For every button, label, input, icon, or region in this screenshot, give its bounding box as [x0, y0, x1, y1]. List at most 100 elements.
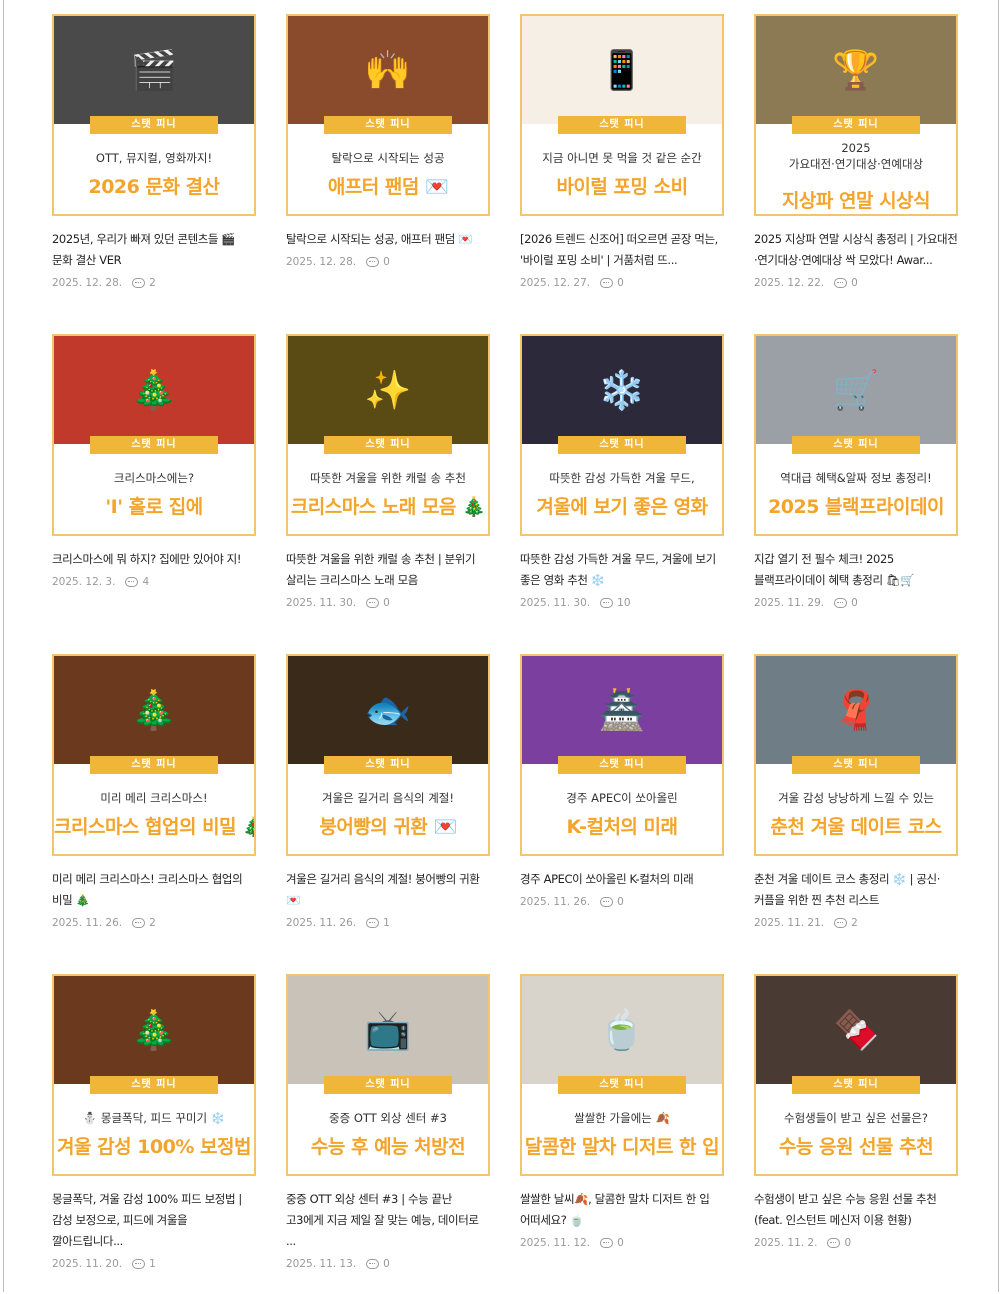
- post-date: 2025. 11. 20.: [52, 1258, 123, 1270]
- comment-count: 2: [149, 277, 156, 289]
- post-title[interactable]: 미리 메리 크리스마스! 크리스마스 협업의 비밀 🎄: [52, 869, 256, 911]
- post-thumbnail[interactable]: 🙌 스탯 피니 탈락으로 시작되는 성공 애프터 팬덤 💌: [286, 14, 490, 216]
- post-thumbnail[interactable]: ❄️ 스탯 피니 따뜻한 감성 가득한 겨울 무드, 겨울에 보기 좋은 영화: [520, 334, 724, 536]
- post-title[interactable]: 탈락으로 시작되는 성공, 애프터 팬덤 💌: [286, 229, 490, 250]
- post-date: 2025. 11. 30.: [286, 597, 357, 609]
- post-card[interactable]: 🛒 스탯 피니 역대급 혜택&알짜 정보 총정리! 2025 블랙프라이데이 지갑 열기…: [754, 334, 958, 654]
- post-date: 2025. 12. 3.: [52, 576, 116, 588]
- post-card[interactable]: 📱 스탯 피니 지금 아니면 못 먹을 것 같은 순간 바이럴 포밍 소비 [2026 …: [520, 14, 724, 334]
- post-thumbnail[interactable]: 🏯 스탯 피니 경주 APEC이 쏘아올린 K-컬처의 미래: [520, 654, 724, 856]
- comment-icon: [366, 598, 380, 608]
- post-thumbnail[interactable]: 🎄 스탯 피니 크리스마스에는? 'I' 홀로 집에: [52, 334, 256, 536]
- comment-count: 0: [617, 896, 624, 908]
- post-date: 2025. 11. 12.: [520, 1237, 591, 1249]
- post-thumbnail[interactable]: 📱 스탯 피니 지금 아니면 못 먹을 것 같은 순간 바이럴 포밍 소비: [520, 14, 724, 216]
- post-thumbnail[interactable]: 🏆 스탯 피니 2025 가요대전·연기대상·연예대상 지상파 연말 시상식: [754, 14, 958, 216]
- post-card[interactable]: 🎄 스탯 피니 ⛄ 몽글폭닥, 피드 꾸미기 ❄️ 겨울 감성 100% 보정법몽글폭…: [52, 974, 256, 1294]
- post-title[interactable]: 따뜻한 겨울을 위한 캐럴 송 추천 | 분위기 살리는 크리스마스 노래 모음: [286, 549, 490, 591]
- thumbnail-headline: 애프터 팬덤 💌: [327, 176, 449, 198]
- brand-tag: 스탯 피니: [90, 436, 218, 454]
- thumbnail-subtitle: 경주 APEC이 쏘아올린: [566, 791, 678, 805]
- thumbnail-subtitle: 겨울은 길거리 음식의 계절!: [322, 791, 454, 805]
- post-title[interactable]: 지갑 열기 전 필수 체크! 2025 블랙프라이데이 혜택 총정리 🛍🛒: [754, 549, 958, 591]
- post-thumbnail[interactable]: 🎄 스탯 피니 ⛄ 몽글폭닥, 피드 꾸미기 ❄️ 겨울 감성 100% 보정법: [52, 974, 256, 1176]
- post-meta: 2025. 12. 28. 2: [52, 277, 256, 289]
- post-thumbnail[interactable]: 🛒 스탯 피니 역대급 혜택&알짜 정보 총정리! 2025 블랙프라이데이: [754, 334, 958, 536]
- post-thumbnail[interactable]: ✨ 스탯 피니 따뜻한 겨울을 위한 캐럴 송 추천 크리스마스 노래 모음 🎄: [286, 334, 490, 536]
- thumbnail-headline: 지상파 연말 시상식: [781, 190, 931, 212]
- thumbnail-subtitle: 미리 메리 크리스마스!: [100, 791, 208, 805]
- thumbnail-subtitle: 탈락으로 시작되는 성공: [331, 151, 445, 165]
- post-title[interactable]: 2025년, 우리가 빠져 있던 콘텐츠들 🎬 문화 결산 VER: [52, 229, 256, 271]
- thumbnail-subtitle: 지금 아니면 못 먹을 것 같은 순간: [542, 151, 702, 165]
- post-card[interactable]: 🏆 스탯 피니 2025 가요대전·연기대상·연예대상 지상파 연말 시상식 2025 …: [754, 14, 958, 334]
- thumbnail-photo: 🎬: [54, 16, 254, 124]
- thumbnail-subtitle: 수험생들이 받고 싶은 선물은?: [783, 1111, 929, 1125]
- comment-count: 10: [617, 597, 631, 609]
- thumbnail-photo: ❄️: [522, 336, 722, 444]
- post-title[interactable]: 수험생이 받고 싶은 수능 응원 선물 추천 (feat. 인스턴트 메신저 이…: [754, 1189, 958, 1231]
- post-card[interactable]: 🎬 스탯 피니 OTT, 뮤지컬, 영화까지! 2026 문화 결산 2025년, 우리…: [52, 14, 256, 334]
- post-card[interactable]: 🎄 스탯 피니 미리 메리 크리스마스! 크리스마스 협업의 비밀 🎄 미리 메리 크리…: [52, 654, 256, 974]
- post-thumbnail[interactable]: 🎬 스탯 피니 OTT, 뮤지컬, 영화까지! 2026 문화 결산: [52, 14, 256, 216]
- post-thumbnail[interactable]: 🐟 스탯 피니 겨울은 길거리 음식의 계절! 붕어빵의 귀환 💌: [286, 654, 490, 856]
- brand-tag: 스탯 피니: [324, 436, 452, 454]
- thumbnail-headline: 크리스마스 협업의 비밀 🎄: [54, 816, 256, 838]
- post-title[interactable]: 따뜻한 감성 가득한 겨울 무드, 겨울에 보기 좋은 영화 추천 ❄️: [520, 549, 724, 591]
- post-card[interactable]: ✨ 스탯 피니 따뜻한 겨울을 위한 캐럴 송 추천 크리스마스 노래 모음 🎄 따뜻한…: [286, 334, 490, 654]
- post-thumbnail[interactable]: 📺 스탯 피니 중증 OTT 외상 센터 #3 수능 후 예능 처방전: [286, 974, 490, 1176]
- thumbnail-subtitle: 겨울 감성 낭낭하게 느낄 수 있는: [778, 791, 934, 805]
- post-title[interactable]: 쌀쌀한 날씨🍂, 달콤한 말차 디저트 한 입 어떠세요? 🍵: [520, 1189, 724, 1231]
- post-thumbnail[interactable]: 🎄 스탯 피니 미리 메리 크리스마스! 크리스마스 협업의 비밀 🎄: [52, 654, 256, 856]
- post-card[interactable]: 🎄 스탯 피니 크리스마스에는? 'I' 홀로 집에크리스마스에 뭐 하지? 집에만 …: [52, 334, 256, 654]
- thumbnail-headline: 바이럴 포밍 소비: [556, 176, 688, 198]
- post-date: 2025. 11. 21.: [754, 917, 825, 929]
- post-thumbnail[interactable]: 🧣 스탯 피니 겨울 감성 낭낭하게 느낄 수 있는 춘천 겨울 데이트 코스: [754, 654, 958, 856]
- post-card[interactable]: 🙌 스탯 피니 탈락으로 시작되는 성공 애프터 팬덤 💌 탈락으로 시작되는 성공, …: [286, 14, 490, 334]
- post-title[interactable]: 2025 지상파 연말 시상식 총정리 | 가요대전·연기대상·연예대상 싹 모…: [754, 229, 958, 271]
- thumbnail-subtitle: ⛄ 몽글폭닥, 피드 꾸미기 ❄️: [82, 1111, 226, 1125]
- post-title[interactable]: 중증 OTT 외상 센터 #3 | 수능 끝난 고3에게 지금 제일 잘 맞는 …: [286, 1189, 490, 1252]
- post-meta: 2025. 11. 26. 1: [286, 917, 490, 929]
- post-thumbnail[interactable]: 🍵 스탯 피니 쌀쌀한 가을에는 🍂 달콤한 말차 디저트 한 입: [520, 974, 724, 1176]
- comment-count: 0: [851, 597, 858, 609]
- post-meta: 2025. 11. 29. 0: [754, 597, 958, 609]
- thumbnail-subtitle: 역대급 혜택&알짜 정보 총정리!: [780, 471, 932, 485]
- post-meta: 2025. 11. 21. 2: [754, 917, 958, 929]
- post-date: 2025. 12. 28.: [286, 256, 357, 268]
- post-card[interactable]: 🍫 스탯 피니 수험생들이 받고 싶은 선물은? 수능 응원 선물 추천 수험생이 받고…: [754, 974, 958, 1294]
- comment-icon: [600, 598, 614, 608]
- post-title[interactable]: 경주 APEC이 쏘아올린 K-컬처의 미래: [520, 869, 724, 890]
- post-thumbnail[interactable]: 🍫 스탯 피니 수험생들이 받고 싶은 선물은? 수능 응원 선물 추천: [754, 974, 958, 1176]
- thumbnail-headline: 2025 블랙프라이데이: [768, 496, 944, 518]
- post-card[interactable]: 🐟 스탯 피니 겨울은 길거리 음식의 계절! 붕어빵의 귀환 💌 겨울은 길거리 음식…: [286, 654, 490, 974]
- post-card[interactable]: 🏯 스탯 피니 경주 APEC이 쏘아올린 K-컬처의 미래 경주 APEC이 쏘아올린…: [520, 654, 724, 974]
- thumbnail-headline: 달콤한 말차 디저트 한 입: [524, 1136, 720, 1158]
- post-meta: 2025. 11. 20. 1: [52, 1258, 256, 1270]
- comment-count: 0: [617, 277, 624, 289]
- post-card[interactable]: 🍵 스탯 피니 쌀쌀한 가을에는 🍂 달콤한 말차 디저트 한 입쌀쌀한 날씨🍂, 달…: [520, 974, 724, 1294]
- comment-count: 0: [383, 597, 390, 609]
- comment-icon: [132, 1259, 146, 1269]
- brand-tag: 스탯 피니: [324, 756, 452, 774]
- post-meta: 2025. 11. 26. 2: [52, 917, 256, 929]
- post-card[interactable]: 🧣 스탯 피니 겨울 감성 낭낭하게 느낄 수 있는 춘천 겨울 데이트 코스춘천 겨…: [754, 654, 958, 974]
- brand-tag: 스탯 피니: [324, 116, 452, 134]
- post-card[interactable]: ❄️ 스탯 피니 따뜻한 감성 가득한 겨울 무드, 겨울에 보기 좋은 영화따뜻한 …: [520, 334, 724, 654]
- post-title[interactable]: 겨울은 길거리 음식의 계절! 붕어빵의 귀환 💌: [286, 869, 490, 911]
- post-date: 2025. 12. 28.: [52, 277, 123, 289]
- post-date: 2025. 11. 30.: [520, 597, 591, 609]
- post-title[interactable]: [2026 트렌드 신조어] 떠오르면 곧장 먹는, '바이럴 포밍 소비' |…: [520, 229, 724, 271]
- comment-icon: [600, 897, 614, 907]
- thumbnail-photo: 🎄: [54, 656, 254, 764]
- post-title[interactable]: 몽글폭닥, 겨울 감성 100% 피드 보정법 | 감성 보정으로, 피드에 겨…: [52, 1189, 256, 1252]
- post-date: 2025. 11. 2.: [754, 1237, 818, 1249]
- post-title[interactable]: 춘천 겨울 데이트 코스 총정리 ❄️ | 공신·커플을 위한 찐 추천 리스트: [754, 869, 958, 911]
- post-date: 2025. 11. 13.: [286, 1258, 357, 1270]
- brand-tag: 스탯 피니: [324, 1076, 452, 1094]
- comment-icon: [834, 598, 848, 608]
- post-title[interactable]: 크리스마스에 뭐 하지? 집에만 있어야 지!: [52, 549, 256, 570]
- comment-count: 0: [851, 277, 858, 289]
- thumbnail-headline: 수능 응원 선물 추천: [778, 1136, 934, 1158]
- post-card[interactable]: 📺 스탯 피니 중증 OTT 외상 센터 #3 수능 후 예능 처방전중증 OTT 외…: [286, 974, 490, 1294]
